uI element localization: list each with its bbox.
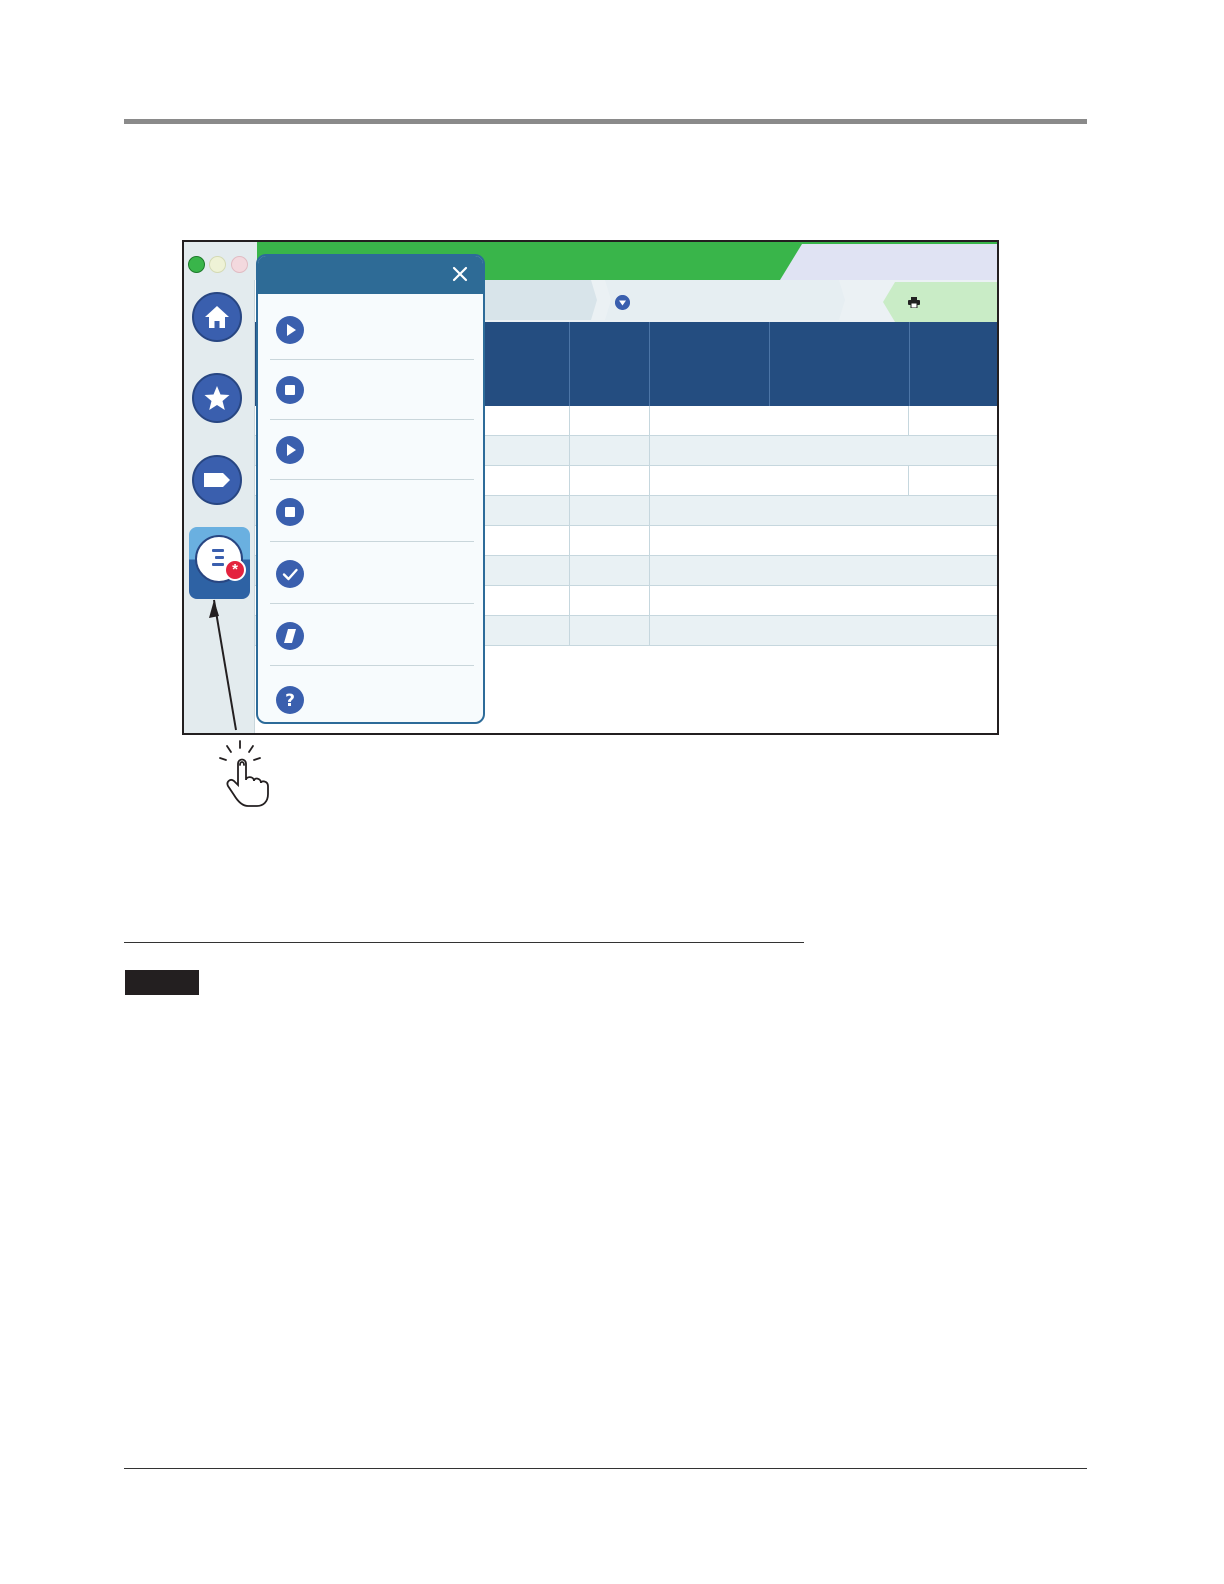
check-icon [276,560,304,588]
window-dot-red[interactable] [231,256,248,273]
section-label-block [125,970,199,995]
play-icon [276,316,304,344]
window-dot-green[interactable] [188,256,205,273]
breadcrumb-item-2[interactable] [605,280,845,320]
menu-item-help[interactable]: ? [270,668,474,722]
tap-hand-icon [209,599,269,807]
top-rule [124,119,1087,124]
asterisk-icon: * [224,559,246,581]
close-icon[interactable] [447,261,473,287]
popup-header [258,256,483,294]
tag-icon [204,473,230,487]
sidebar-item-labels[interactable] [192,455,242,505]
print-tab[interactable] [883,282,997,322]
menu-item-stop[interactable] [270,360,474,420]
actions-menu-popup: ? [256,254,485,724]
printer-icon[interactable] [908,297,920,308]
window-dot-yellow[interactable] [209,256,226,273]
sidebar-item-home[interactable] [192,292,242,342]
menu-item-start-2[interactable] [270,420,474,480]
home-icon [205,306,229,328]
menu-item-start[interactable] [270,300,474,360]
window-controls [184,242,257,280]
play-icon [276,436,304,464]
title-bar-tab[interactable] [780,244,997,280]
menu-item-stop-2[interactable] [270,482,474,542]
sidebar-item-favorites[interactable] [192,373,242,423]
stop-icon [276,376,304,404]
star-icon [204,386,230,410]
menu-item-clear[interactable] [270,606,474,666]
stop-icon [276,498,304,526]
menu-item-confirm[interactable] [270,544,474,604]
chevron-down-icon[interactable] [615,295,630,310]
breadcrumb-item-1[interactable] [477,280,597,320]
section-rule [124,942,804,943]
sidebar-item-menu[interactable]: * [189,527,250,599]
footer-rule [124,1468,1087,1469]
